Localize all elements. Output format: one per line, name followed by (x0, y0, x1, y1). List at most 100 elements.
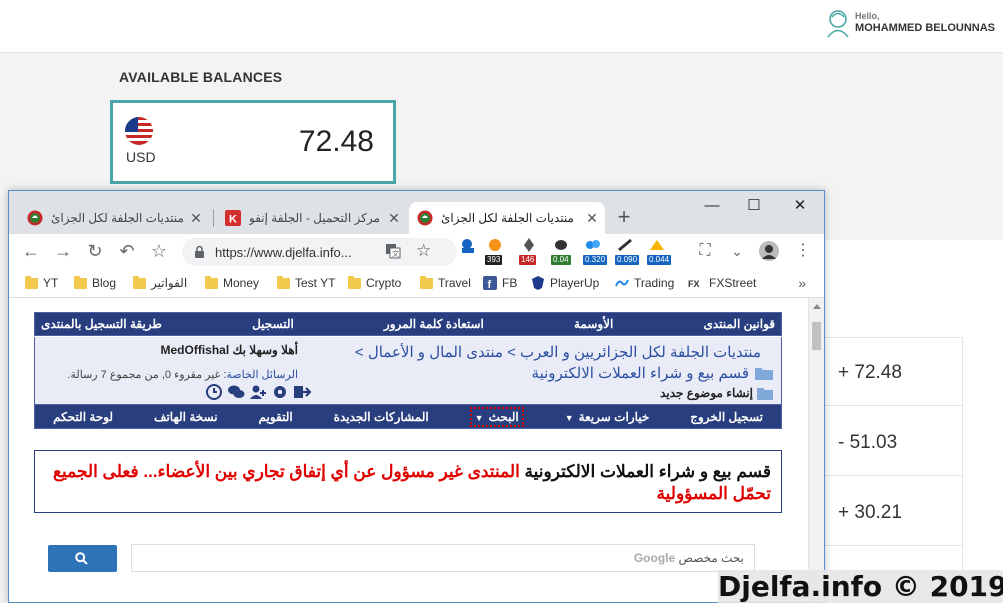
nav-link[interactable]: استعادة كلمة المرور (384, 317, 484, 331)
crop-icon[interactable]: ⛶ (693, 239, 717, 263)
bookmark-page-star-icon[interactable]: ☆ (416, 241, 431, 261)
bookmark-item[interactable]: f FB (483, 276, 517, 290)
welcome-username[interactable]: MedOffishal (161, 343, 230, 357)
new-topic-label: إنشاء موضوع جديد (660, 386, 753, 400)
pm-link[interactable]: الرسائل الخاصة (226, 369, 298, 381)
user-name: MOHAMMED BELOUNNAS (855, 22, 995, 34)
nav-link[interactable]: المشاركات الجديدة (334, 410, 429, 424)
bookmark-item[interactable]: الفواتير (133, 275, 187, 290)
back-arrow-icon[interactable]: ← (19, 239, 43, 263)
custom-search-input[interactable]: بحث مخصص Google (131, 544, 755, 572)
tab-strip: منتديات الجلفة لكل الجزائ ✕ K مركز التحم… (9, 191, 824, 234)
facebook-icon: f (483, 276, 497, 290)
translate-icon[interactable]: 文 (385, 243, 401, 259)
bookmark-star-icon[interactable]: ☆ (147, 239, 171, 263)
breadcrumb[interactable]: منتديات الجلفة لكل الجزائريين و العرب > … (355, 343, 761, 361)
nav-link[interactable]: لوحة التحكم (53, 410, 113, 424)
extension-icon[interactable] (459, 238, 485, 266)
close-tab-icon[interactable]: ✕ (187, 210, 205, 227)
search-button[interactable] (48, 545, 117, 572)
hello-label: Hello, (855, 11, 880, 21)
browser-tab[interactable]: منتديات الجلفة لكل الجزائ ✕ (19, 202, 209, 234)
folder-icon (25, 275, 38, 289)
close-tab-icon[interactable]: ✕ (583, 210, 601, 227)
bookmark-item[interactable]: FX FXStreet (688, 276, 756, 290)
more-menu-icon[interactable]: ⋮ (791, 239, 815, 263)
logout-icon[interactable] (293, 384, 311, 400)
new-topic-icon (757, 388, 773, 400)
k-favicon-icon: K (225, 210, 241, 226)
maximize-button[interactable]: ☐ (739, 195, 769, 217)
new-tab-button[interactable]: + (612, 204, 636, 230)
bookmark-item[interactable]: Test YT (277, 275, 335, 290)
quick-options-menu[interactable]: خيارات سريعة ▼ (565, 410, 650, 424)
nav-link[interactable]: التسجيل (252, 317, 294, 331)
search-menu[interactable]: البحث ▼ (469, 406, 524, 427)
page-viewport: طريقة التسجيل بالمنتدى التسجيل استعادة ك… (9, 298, 824, 602)
tab-title: منتديات الجلفة لكل الجزائ (441, 211, 574, 225)
crypto-ticker-icon[interactable]: 0.090 (615, 238, 641, 266)
bookmark-item[interactable]: YT (25, 275, 58, 290)
user-menu[interactable]: Hello, MOHAMMED BELOUNNAS (825, 8, 995, 38)
clock-icon[interactable] (205, 384, 223, 400)
reload-icon[interactable]: ↻ (83, 239, 107, 263)
notice-section-name: قسم بيع و شراء العملات الالكترونية (524, 462, 771, 481)
folder-icon (74, 275, 87, 289)
ethereum-ticker-icon[interactable]: 146 (519, 238, 545, 266)
available-balances-title: AVAILABLE BALANCES (119, 69, 283, 85)
bookmark-item[interactable]: Crypto (348, 275, 402, 290)
svg-text:K: K (229, 214, 237, 226)
crypto-ticker-icon[interactable]: 0.044 (647, 238, 673, 266)
close-tab-icon[interactable]: ✕ (385, 210, 403, 227)
undo-icon[interactable]: ↶ (115, 239, 139, 263)
nav-link[interactable]: الأوسمة (574, 317, 613, 331)
nav-link[interactable]: طريقة التسجيل بالمنتدى (41, 317, 162, 331)
transaction-amount: - 51.03 (838, 432, 898, 453)
crypto-ticker-icon[interactable]: 0.320 (583, 238, 609, 266)
search-menu-label: البحث (488, 409, 519, 424)
vertical-scrollbar[interactable] (808, 298, 824, 602)
nav-link[interactable]: نسخة الهاتف (154, 410, 218, 424)
bitcoin-ticker-icon[interactable]: 393 (485, 238, 511, 266)
bookmark-item[interactable]: Money (205, 275, 260, 290)
profile-avatar-icon[interactable] (759, 241, 779, 261)
address-bar[interactable]: https://www.djelfa.info... 文 ☆ (182, 238, 457, 266)
bookmark-label: Crypto (366, 276, 402, 290)
add-user-icon[interactable] (249, 384, 267, 400)
bookmark-item[interactable]: Blog (74, 275, 116, 290)
forum-header-panel: منتديات الجلفة لكل الجزائريين و العرب > … (34, 337, 782, 413)
chevron-down-icon[interactable]: ⌄ (725, 239, 749, 263)
nav-link[interactable]: قوانين المنتدى (703, 317, 775, 331)
close-window-button[interactable]: ✕ (785, 195, 815, 217)
bookmark-item[interactable]: Trading (615, 276, 674, 290)
more-bookmarks-icon[interactable]: » (798, 275, 806, 291)
gear-icon[interactable] (271, 384, 289, 400)
scrollbar-thumb[interactable] (812, 322, 821, 350)
url-text: https://www.djelfa.info... (215, 245, 352, 260)
usd-balance-card[interactable]: USD 72.48 (110, 100, 396, 184)
extension-badge: 393 (485, 255, 503, 265)
alien-ticker-icon[interactable]: 0.04 (551, 238, 577, 266)
breadcrumb-current[interactable]: قسم بيع و شراء العملات الالكترونية (532, 364, 773, 382)
search-icon (75, 552, 88, 565)
balance-amount: 72.48 (298, 125, 374, 158)
tx-divider (823, 475, 963, 476)
bookmark-label: FXStreet (709, 276, 757, 290)
us-flag-icon (125, 117, 153, 145)
forward-arrow-icon[interactable]: → (51, 239, 75, 263)
logout-link[interactable]: تسجيل الخروج (690, 410, 763, 424)
browser-tab[interactable]: K مركز التحميل - الجلفة إنفو ✕ (217, 202, 407, 234)
comments-icon[interactable] (227, 384, 245, 400)
tab-title: مركز التحميل - الجلفة إنفو (249, 211, 380, 225)
nav-link[interactable]: التقويم (259, 410, 293, 424)
bookmark-label: PlayerUp (550, 276, 600, 290)
bookmark-label: Money (223, 276, 260, 290)
bookmark-item[interactable]: PlayerUp (531, 276, 599, 290)
browser-toolbar: ← → ↻ ↶ ☆ https://www.djelfa.info... 文 ☆… (9, 234, 824, 270)
bookmark-item[interactable]: Travel (420, 275, 471, 290)
browser-tab-active[interactable]: منتديات الجلفة لكل الجزائ ✕ (409, 202, 605, 234)
folder-icon (348, 275, 361, 289)
scroll-up-icon[interactable] (813, 304, 821, 309)
new-topic-button[interactable]: إنشاء موضوع جديد (660, 386, 773, 400)
minimize-button[interactable]: — (697, 195, 727, 217)
